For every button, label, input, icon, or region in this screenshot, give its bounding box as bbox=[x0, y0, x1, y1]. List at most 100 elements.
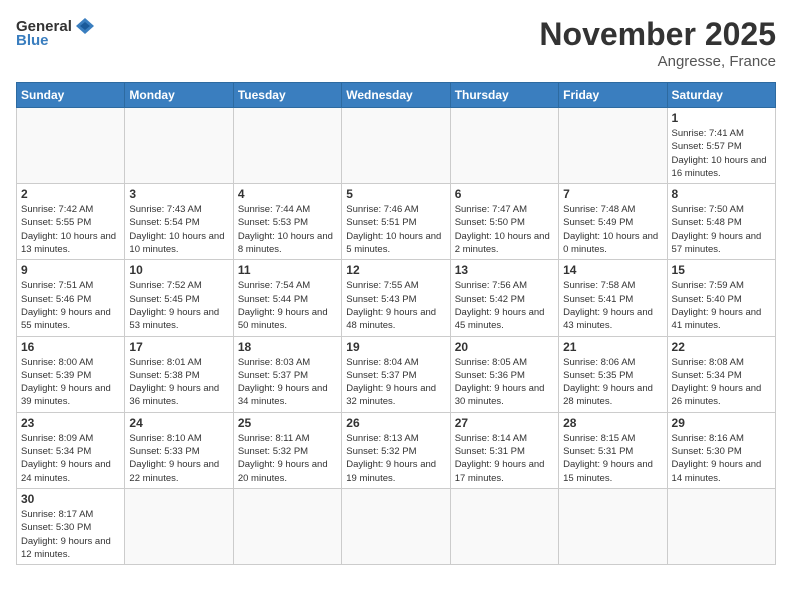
calendar-cell: 28Sunrise: 8:15 AM Sunset: 5:31 PM Dayli… bbox=[559, 412, 667, 488]
calendar-cell: 5 Sunrise: 7:46 AM Sunset: 5:51 PM Daylig… bbox=[342, 184, 450, 260]
calendar-cell bbox=[125, 488, 233, 564]
calendar-cell: 20 Sunrise: 8:05 AM Sunset: 5:36 PM Dayli… bbox=[450, 336, 558, 412]
calendar-cell: 2 Sunrise: 7:42 AM Sunset: 5:55 PM Daylig… bbox=[17, 184, 125, 260]
day-number: 2 bbox=[21, 187, 120, 201]
day-info: Sunrise: 8:04 AM Sunset: 5:37 PM Dayligh… bbox=[346, 356, 445, 409]
calendar-cell bbox=[125, 108, 233, 184]
calendar-cell bbox=[667, 488, 775, 564]
day-number: 1 bbox=[672, 111, 771, 125]
day-info: Sunrise: 7:41 AM Sunset: 5:57 PM Dayligh… bbox=[672, 127, 771, 180]
day-info: Sunrise: 7:59 AM Sunset: 5:40 PM Dayligh… bbox=[672, 279, 771, 332]
day-info: Sunrise: 7:43 AM Sunset: 5:54 PM Dayligh… bbox=[129, 203, 228, 256]
calendar-cell: 3Sunrise: 7:43 AM Sunset: 5:54 PM Daylig… bbox=[125, 184, 233, 260]
calendar-cell bbox=[17, 108, 125, 184]
day-info: Sunrise: 8:11 AM Sunset: 5:32 PM Dayligh… bbox=[238, 432, 337, 485]
calendar-cell: 12 Sunrise: 7:55 AM Sunset: 5:43 PM Dayli… bbox=[342, 260, 450, 336]
calendar-cell: 22 Sunrise: 8:08 AM Sunset: 5:34 PM Dayli… bbox=[667, 336, 775, 412]
calendar-cell: 4 Sunrise: 7:44 AM Sunset: 5:53 PM Daylig… bbox=[233, 184, 341, 260]
day-number: 4 bbox=[238, 187, 337, 201]
day-info: Sunrise: 8:13 AM Sunset: 5:32 PM Dayligh… bbox=[346, 432, 445, 485]
calendar-cell: 29Sunrise: 8:16 AM Sunset: 5:30 PM Dayli… bbox=[667, 412, 775, 488]
day-number: 27 bbox=[455, 416, 554, 430]
calendar-cell: 16Sunrise: 8:00 AM Sunset: 5:39 PM Dayli… bbox=[17, 336, 125, 412]
day-number: 22 bbox=[672, 340, 771, 354]
day-number: 13 bbox=[455, 263, 554, 277]
calendar-cell: 30Sunrise: 8:17 AM Sunset: 5:30 PM Dayli… bbox=[17, 488, 125, 564]
calendar-cell: 15 Sunrise: 7:59 AM Sunset: 5:40 PM Dayli… bbox=[667, 260, 775, 336]
calendar-header-row: Sunday Monday Tuesday Wednesday Thursday… bbox=[17, 83, 776, 108]
calendar-cell bbox=[559, 108, 667, 184]
day-number: 15 bbox=[672, 263, 771, 277]
col-friday: Friday bbox=[559, 83, 667, 108]
calendar-cell: 11 Sunrise: 7:54 AM Sunset: 5:44 PM Dayli… bbox=[233, 260, 341, 336]
logo-blue-text: Blue bbox=[16, 32, 49, 49]
calendar-cell: 17 Sunrise: 8:01 AM Sunset: 5:38 PM Dayli… bbox=[125, 336, 233, 412]
calendar-cell bbox=[233, 488, 341, 564]
calendar-cell: 18Sunrise: 8:03 AM Sunset: 5:37 PM Dayli… bbox=[233, 336, 341, 412]
calendar-cell: 14 Sunrise: 7:58 AM Sunset: 5:41 PM Dayli… bbox=[559, 260, 667, 336]
day-info: Sunrise: 7:44 AM Sunset: 5:53 PM Dayligh… bbox=[238, 203, 337, 256]
calendar-cell: 9Sunrise: 7:51 AM Sunset: 5:46 PM Daylig… bbox=[17, 260, 125, 336]
day-number: 18 bbox=[238, 340, 337, 354]
calendar-table: Sunday Monday Tuesday Wednesday Thursday… bbox=[16, 82, 776, 565]
day-info: Sunrise: 7:58 AM Sunset: 5:41 PM Dayligh… bbox=[563, 279, 662, 332]
calendar-cell: 24 Sunrise: 8:10 AM Sunset: 5:33 PM Dayli… bbox=[125, 412, 233, 488]
calendar-week-row: 16Sunrise: 8:00 AM Sunset: 5:39 PM Dayli… bbox=[17, 336, 776, 412]
day-number: 11 bbox=[238, 263, 337, 277]
calendar-cell: 13 Sunrise: 7:56 AM Sunset: 5:42 PM Dayli… bbox=[450, 260, 558, 336]
day-info: Sunrise: 7:56 AM Sunset: 5:42 PM Dayligh… bbox=[455, 279, 554, 332]
col-thursday: Thursday bbox=[450, 83, 558, 108]
day-info: Sunrise: 8:14 AM Sunset: 5:31 PM Dayligh… bbox=[455, 432, 554, 485]
day-number: 26 bbox=[346, 416, 445, 430]
day-info: Sunrise: 7:50 AM Sunset: 5:48 PM Dayligh… bbox=[672, 203, 771, 256]
page-header: General Blue November 2025 Angresse, Fra… bbox=[16, 16, 776, 70]
day-number: 5 bbox=[346, 187, 445, 201]
calendar-cell bbox=[342, 108, 450, 184]
day-info: Sunrise: 7:55 AM Sunset: 5:43 PM Dayligh… bbox=[346, 279, 445, 332]
day-info: Sunrise: 8:08 AM Sunset: 5:34 PM Dayligh… bbox=[672, 356, 771, 409]
calendar-week-row: 9Sunrise: 7:51 AM Sunset: 5:46 PM Daylig… bbox=[17, 260, 776, 336]
calendar-cell: 19 Sunrise: 8:04 AM Sunset: 5:37 PM Dayli… bbox=[342, 336, 450, 412]
calendar-cell: 21Sunrise: 8:06 AM Sunset: 5:35 PM Dayli… bbox=[559, 336, 667, 412]
day-info: Sunrise: 7:42 AM Sunset: 5:55 PM Dayligh… bbox=[21, 203, 120, 256]
day-number: 14 bbox=[563, 263, 662, 277]
day-info: Sunrise: 7:46 AM Sunset: 5:51 PM Dayligh… bbox=[346, 203, 445, 256]
calendar-week-row: 2 Sunrise: 7:42 AM Sunset: 5:55 PM Daylig… bbox=[17, 184, 776, 260]
col-monday: Monday bbox=[125, 83, 233, 108]
calendar-cell: 7Sunrise: 7:48 AM Sunset: 5:49 PM Daylig… bbox=[559, 184, 667, 260]
day-info: Sunrise: 7:52 AM Sunset: 5:45 PM Dayligh… bbox=[129, 279, 228, 332]
day-info: Sunrise: 8:09 AM Sunset: 5:34 PM Dayligh… bbox=[21, 432, 120, 485]
day-info: Sunrise: 7:54 AM Sunset: 5:44 PM Dayligh… bbox=[238, 279, 337, 332]
day-number: 20 bbox=[455, 340, 554, 354]
calendar-cell: 25 Sunrise: 8:11 AM Sunset: 5:32 PM Dayli… bbox=[233, 412, 341, 488]
day-number: 6 bbox=[455, 187, 554, 201]
day-number: 19 bbox=[346, 340, 445, 354]
calendar-cell: 26 Sunrise: 8:13 AM Sunset: 5:32 PM Dayli… bbox=[342, 412, 450, 488]
day-info: Sunrise: 8:17 AM Sunset: 5:30 PM Dayligh… bbox=[21, 508, 120, 561]
day-number: 28 bbox=[563, 416, 662, 430]
calendar-cell: 27 Sunrise: 8:14 AM Sunset: 5:31 PM Dayli… bbox=[450, 412, 558, 488]
day-number: 17 bbox=[129, 340, 228, 354]
day-number: 24 bbox=[129, 416, 228, 430]
title-block: November 2025 Angresse, France bbox=[539, 16, 776, 70]
logo-flag-icon bbox=[74, 16, 96, 36]
day-info: Sunrise: 8:05 AM Sunset: 5:36 PM Dayligh… bbox=[455, 356, 554, 409]
calendar-cell bbox=[559, 488, 667, 564]
day-info: Sunrise: 8:10 AM Sunset: 5:33 PM Dayligh… bbox=[129, 432, 228, 485]
calendar-cell bbox=[450, 488, 558, 564]
logo: General Blue bbox=[16, 16, 96, 49]
day-number: 12 bbox=[346, 263, 445, 277]
day-number: 25 bbox=[238, 416, 337, 430]
day-info: Sunrise: 7:48 AM Sunset: 5:49 PM Dayligh… bbox=[563, 203, 662, 256]
calendar-cell: 10 Sunrise: 7:52 AM Sunset: 5:45 PM Dayli… bbox=[125, 260, 233, 336]
day-info: Sunrise: 8:01 AM Sunset: 5:38 PM Dayligh… bbox=[129, 356, 228, 409]
calendar-cell bbox=[342, 488, 450, 564]
col-saturday: Saturday bbox=[667, 83, 775, 108]
day-number: 10 bbox=[129, 263, 228, 277]
calendar-cell: 6Sunrise: 7:47 AM Sunset: 5:50 PM Daylig… bbox=[450, 184, 558, 260]
location: Angresse, France bbox=[539, 53, 776, 70]
day-number: 16 bbox=[21, 340, 120, 354]
calendar-cell bbox=[450, 108, 558, 184]
col-tuesday: Tuesday bbox=[233, 83, 341, 108]
calendar-week-row: 1 Sunrise: 7:41 AM Sunset: 5:57 PM Daylig… bbox=[17, 108, 776, 184]
